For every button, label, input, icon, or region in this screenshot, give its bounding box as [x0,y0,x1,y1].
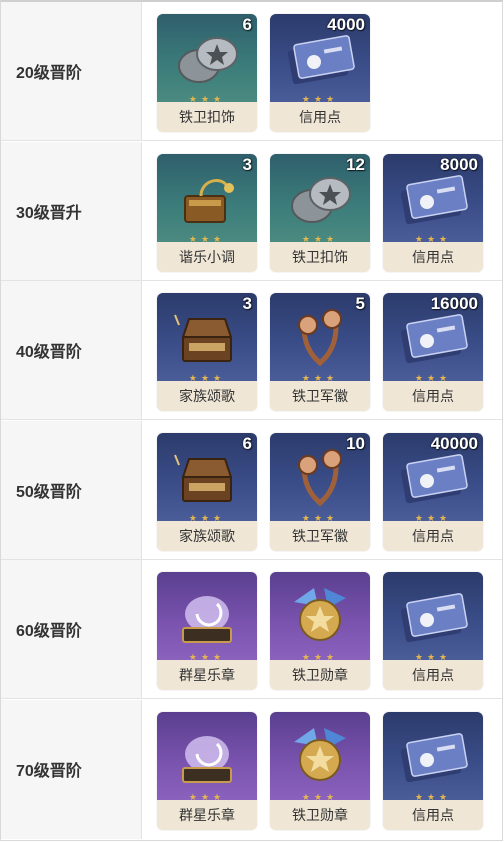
table-row: 40级晋阶 3 ★★★ 家族颂歌 5 ★★★ 铁卫军徽 16000 ★★★ 信用点 [1,281,502,420]
level-label: 20级晋阶 [1,2,142,140]
material-card[interactable]: 3 ★★★ 家族颂歌 [157,293,257,411]
table-row: 30级晋升 3 ★★★ 谐乐小调 12 ★★★ 铁卫扣饰 8000 ★★★ 信用点 [1,141,502,281]
material-list: 3 ★★★ 家族颂歌 5 ★★★ 铁卫军徽 16000 ★★★ 信用点 [142,281,502,419]
material-count: 40000 [430,433,478,453]
material-card[interactable]: 3 ★★★ 谐乐小调 [157,153,257,272]
material-count: 8000 [440,154,478,174]
material-name: 信用点 [383,520,483,551]
material-count: 10 [346,433,365,453]
music-box-icon [184,178,234,223]
material-name: 铁卫勋章 [270,660,370,690]
material-card[interactable]: 4000 ★★★ 信用点 [270,14,370,132]
material-name: 群星乐章 [157,799,257,830]
material-image: ★★★ [383,711,483,802]
material-card[interactable]: 10 ★★★ 铁卫军徽 [270,432,370,551]
material-card[interactable]: ★★★ 信用点 [383,711,483,830]
music-chest-icon [174,314,233,362]
material-name: 谐乐小调 [157,241,257,272]
credit-card-icon [287,35,355,85]
material-card[interactable]: ★★★ 铁卫勋章 [270,711,370,830]
material-name: 信用点 [383,381,483,411]
material-image: 3 ★★★ [157,293,257,383]
material-image: 3 ★★★ [157,153,257,244]
material-name: 信用点 [383,660,483,690]
material-card[interactable]: 8000 ★★★ 信用点 [383,153,483,272]
material-image: 40000 ★★★ [383,432,483,523]
material-image: 12 ★★★ [270,153,370,244]
material-name: 铁卫扣饰 [157,102,257,132]
star-music-box-icon [182,735,232,783]
material-name: 家族颂歌 [157,520,257,551]
material-count: 6 [242,433,252,453]
material-card[interactable]: 6 ★★★ 家族颂歌 [157,432,257,551]
material-count: 16000 [430,294,478,313]
material-list: ★★★ 群星乐章 ★★★ 铁卫勋章 ★★★ 信用点 [142,560,502,698]
level-label: 70级晋阶 [1,699,142,839]
level-label: 50级晋阶 [1,420,142,559]
table-row: 20级晋阶 6 ★★★ 铁卫扣饰 4000 ★★★ 信用点 [1,2,502,141]
material-count: 4000 [327,15,365,34]
material-list: 6 ★★★ 铁卫扣饰 4000 ★★★ 信用点 [142,2,502,140]
table-row: 60级晋阶 ★★★ 群星乐章 ★★★ 铁卫勋章 ★★★ 信用点 [1,560,502,699]
material-card[interactable]: 5 ★★★ 铁卫军徽 [270,293,370,411]
material-image: ★★★ [270,572,370,662]
material-image: ★★★ [157,572,257,662]
material-card[interactable]: ★★★ 群星乐章 [157,711,257,830]
material-image: 16000 ★★★ [383,293,483,383]
iron-button-icon [178,37,238,83]
material-card[interactable]: 40000 ★★★ 信用点 [383,432,483,551]
material-image: ★★★ [157,711,257,802]
material-name: 铁卫军徽 [270,381,370,411]
table-row: 70级晋阶 ★★★ 群星乐章 ★★★ 铁卫勋章 ★★★ 信用点 [1,699,502,839]
material-count: 5 [355,294,365,313]
credit-card-icon [400,453,468,503]
credit-card-icon [400,732,468,782]
material-image: ★★★ [383,572,483,662]
military-badge-icon [298,448,342,507]
material-image: 10 ★★★ [270,432,370,523]
material-name: 铁卫勋章 [270,799,370,830]
credit-card-icon [400,314,468,364]
material-name: 信用点 [383,241,483,272]
ascension-materials-table: 20级晋阶 6 ★★★ 铁卫扣饰 4000 ★★★ 信用点 30级晋升 3 ★★★ 谐乐小调 12 ★★… [0,0,503,841]
credit-card-icon [400,174,468,224]
material-count: 12 [346,154,365,174]
material-image: 8000 ★★★ [383,153,483,244]
material-name: 信用点 [270,102,370,132]
medal-icon [294,588,346,641]
credit-card-icon [400,593,468,643]
material-count: 3 [242,294,252,313]
star-music-box-icon [182,596,232,643]
material-name: 群星乐章 [157,660,257,690]
material-image: ★★★ [270,711,370,802]
material-card[interactable]: 6 ★★★ 铁卫扣饰 [157,14,257,132]
material-name: 铁卫军徽 [270,520,370,551]
material-card[interactable]: 12 ★★★ 铁卫扣饰 [270,153,370,272]
material-image: 6 ★★★ [157,432,257,523]
music-chest-icon [174,454,233,502]
material-image: 5 ★★★ [270,293,370,383]
material-list: 3 ★★★ 谐乐小调 12 ★★★ 铁卫扣饰 8000 ★★★ 信用点 [142,142,502,280]
medal-icon [294,727,346,781]
material-image: 4000 ★★★ [270,14,370,104]
level-label: 30级晋升 [1,141,142,280]
material-count: 6 [242,15,252,34]
material-name: 信用点 [383,799,483,830]
level-label: 40级晋阶 [1,281,142,419]
iron-button-icon [291,176,351,223]
material-list: ★★★ 群星乐章 ★★★ 铁卫勋章 ★★★ 信用点 [142,700,502,839]
material-list: 6 ★★★ 家族颂歌 10 ★★★ 铁卫军徽 40000 ★★★ 信用点 [142,421,502,559]
material-card[interactable]: ★★★ 群星乐章 [157,572,257,690]
material-card[interactable]: 16000 ★★★ 信用点 [383,293,483,411]
material-card[interactable]: ★★★ 信用点 [383,572,483,690]
material-count: 3 [242,154,252,174]
level-label: 60级晋阶 [1,560,142,698]
material-image: 6 ★★★ [157,14,257,104]
table-row: 50级晋阶 6 ★★★ 家族颂歌 10 ★★★ 铁卫军徽 40000 ★★★ 信用点 [1,420,502,560]
material-name: 家族颂歌 [157,381,257,411]
material-name: 铁卫扣饰 [270,241,370,272]
material-card[interactable]: ★★★ 铁卫勋章 [270,572,370,690]
military-badge-icon [298,309,342,367]
